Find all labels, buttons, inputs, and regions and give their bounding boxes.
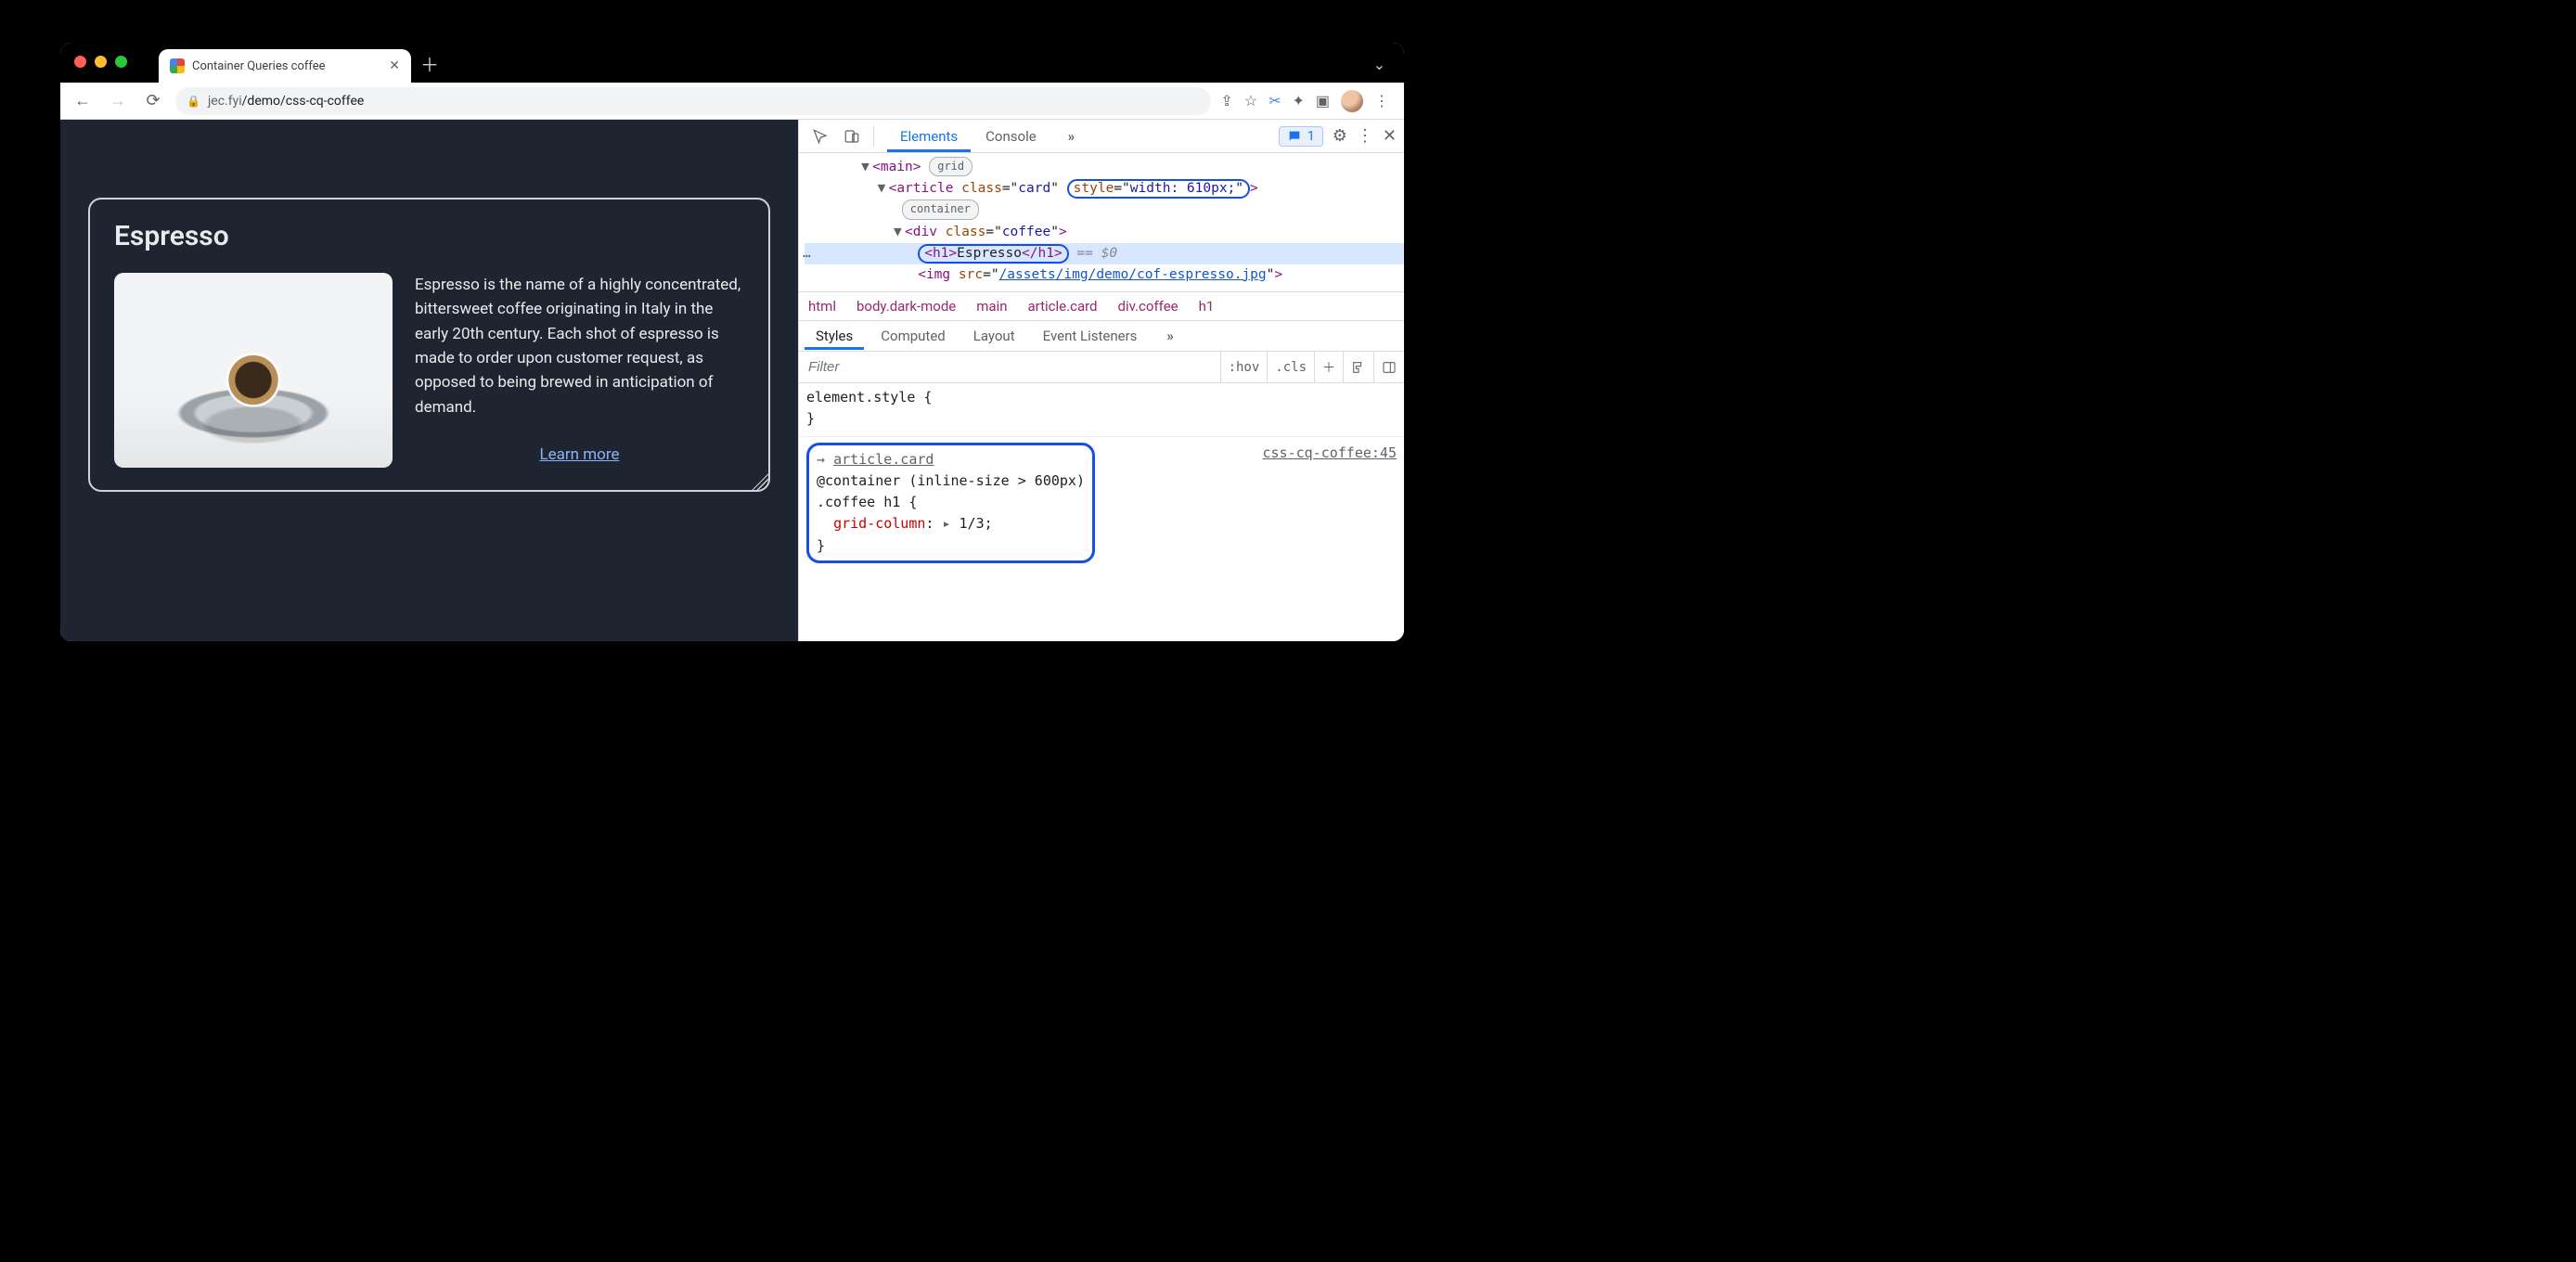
- reload-button[interactable]: ⟳: [140, 88, 166, 114]
- learn-more-link[interactable]: Learn more: [539, 445, 619, 464]
- window-menu-chevron-icon[interactable]: ⌄: [1373, 56, 1385, 73]
- styles-filter-tools: :hov .cls ＋: [1220, 352, 1404, 383]
- minimize-window-button[interactable]: [95, 56, 107, 68]
- url-text: jec.fyi/demo/css-cq-coffee: [208, 94, 364, 109]
- new-tab-button[interactable]: ＋: [420, 50, 439, 77]
- omnibox[interactable]: 🔒 jec.fyi/demo/css-cq-coffee: [175, 87, 1211, 115]
- crumb-h1[interactable]: h1: [1199, 298, 1215, 315]
- back-button[interactable]: ←: [70, 88, 96, 114]
- styles-body[interactable]: element.style { } → article.card @contai…: [799, 383, 1404, 573]
- device-toolbar-button[interactable]: [838, 122, 866, 150]
- url-host: jec.fyi: [208, 94, 242, 109]
- url-path: /demo/css-cq-coffee: [242, 94, 365, 109]
- element-style-rule[interactable]: element.style { }: [806, 387, 1397, 431]
- kebab-menu-icon[interactable]: ⋮: [1374, 92, 1389, 109]
- dom-breadcrumbs[interactable]: html body.dark-mode main article.card di…: [799, 291, 1404, 320]
- crumb-main[interactable]: main: [976, 298, 1007, 315]
- devtools-tabs: Elements Console »: [887, 121, 1088, 152]
- devtools-close-icon[interactable]: ✕: [1383, 126, 1397, 146]
- close-window-button[interactable]: [74, 56, 86, 68]
- subtab-computed[interactable]: Computed: [869, 322, 957, 350]
- browser-tab[interactable]: Container Queries coffee ✕: [159, 49, 411, 83]
- share-icon[interactable]: ⇪: [1220, 92, 1232, 109]
- inspect-element-button[interactable]: [806, 122, 834, 150]
- styles-subtabs: Styles Computed Layout Event Listeners »: [799, 320, 1404, 352]
- styles-filter-input[interactable]: [799, 359, 1220, 375]
- bookmark-icon[interactable]: ☆: [1244, 92, 1257, 109]
- crumb-html[interactable]: html: [808, 298, 836, 315]
- dom-node-div[interactable]: ▼<div class="coffee">: [805, 222, 1404, 243]
- computed-sidebar-toggle-icon[interactable]: [1373, 352, 1404, 383]
- fullscreen-window-button[interactable]: [115, 56, 127, 68]
- subtab-layout[interactable]: Layout: [962, 322, 1026, 350]
- container-badge[interactable]: container: [902, 200, 979, 219]
- reading-list-icon[interactable]: ▣: [1316, 92, 1330, 109]
- styles-filter-row: :hov .cls ＋: [799, 352, 1404, 383]
- page-content: Espresso Espresso is the name of a highl…: [60, 120, 798, 641]
- viewport: Espresso Espresso is the name of a highl…: [60, 120, 1404, 641]
- toolbar-right: ⇪ ☆ ✂ ✦ ▣ ⋮: [1220, 90, 1395, 112]
- forward-button[interactable]: →: [105, 88, 131, 114]
- tab-elements[interactable]: Elements: [887, 121, 971, 152]
- dom-node-article-badge[interactable]: container: [805, 200, 1404, 221]
- profile-avatar[interactable]: [1341, 90, 1363, 112]
- dom-node-h1-selected[interactable]: <h1>Espresso</h1> == $0: [805, 243, 1404, 264]
- tab-title: Container Queries coffee: [192, 59, 381, 73]
- dom-node-article[interactable]: ▼<article class="card" style="width: 610…: [805, 178, 1404, 200]
- devtools-toolbar: Elements Console » 1 ⚙ ⋮ ✕: [799, 120, 1404, 153]
- card-heading: Espresso: [114, 220, 744, 252]
- settings-gear-icon[interactable]: ⚙: [1333, 126, 1347, 146]
- issues-count: 1: [1307, 129, 1315, 144]
- coffee-card: Espresso Espresso is the name of a highl…: [88, 198, 770, 492]
- card-body: Espresso is the name of a highly concent…: [114, 273, 744, 468]
- cls-toggle[interactable]: .cls: [1267, 352, 1314, 383]
- resize-handle-icon[interactable]: [752, 473, 768, 490]
- stylesheet-source-link[interactable]: css-cq-coffee:45: [1263, 443, 1397, 464]
- browser-window: Container Queries coffee ✕ ＋ ⌄ ← → ⟳ 🔒 j…: [60, 43, 1404, 641]
- scissors-icon[interactable]: ✂: [1269, 92, 1281, 109]
- dom-tree[interactable]: ▼<main> grid ▼<article class="card" styl…: [799, 153, 1404, 291]
- separator: [873, 126, 874, 147]
- espresso-image: [114, 273, 393, 468]
- favicon-icon: [170, 58, 185, 73]
- dom-node-main[interactable]: ▼<main> grid: [805, 157, 1404, 178]
- hov-toggle[interactable]: :hov: [1220, 352, 1268, 383]
- window-controls: [74, 56, 127, 68]
- issues-badge[interactable]: 1: [1279, 126, 1323, 147]
- card-text: Espresso is the name of a highly concent…: [415, 273, 744, 468]
- dom-node-img[interactable]: <img src="/assets/img/demo/cof-espresso.…: [805, 264, 1404, 286]
- crumb-body[interactable]: body.dark-mode: [857, 298, 956, 315]
- address-bar: ← → ⟳ 🔒 jec.fyi/demo/css-cq-coffee ⇪ ☆ ✂…: [60, 83, 1404, 120]
- tab-strip: Container Queries coffee ✕ ＋ ⌄: [60, 43, 1404, 83]
- subtab-event-listeners[interactable]: Event Listeners: [1032, 322, 1149, 350]
- devtools-panel: Elements Console » 1 ⚙ ⋮ ✕ ▼<main> grid: [798, 120, 1404, 641]
- tabs-overflow-icon[interactable]: »: [1055, 121, 1088, 152]
- crumb-div[interactable]: div.coffee: [1118, 298, 1179, 315]
- crumb-article[interactable]: article.card: [1028, 298, 1098, 315]
- rule-separator: [799, 436, 1404, 437]
- extensions-icon[interactable]: ✦: [1292, 92, 1304, 109]
- subtabs-overflow-icon[interactable]: »: [1155, 322, 1185, 350]
- card-paragraph: Espresso is the name of a highly concent…: [415, 273, 744, 419]
- close-tab-button[interactable]: ✕: [389, 59, 400, 72]
- paint-icon[interactable]: [1343, 352, 1373, 383]
- tab-console[interactable]: Console: [972, 121, 1050, 152]
- container-query-rule[interactable]: → article.card @container (inline-size >…: [806, 443, 1397, 563]
- devtools-toolbar-right: 1 ⚙ ⋮ ✕: [1279, 126, 1397, 147]
- new-style-rule-button[interactable]: ＋: [1314, 352, 1343, 383]
- subtab-styles[interactable]: Styles: [805, 322, 864, 350]
- devtools-kebab-icon[interactable]: ⋮: [1357, 126, 1373, 146]
- grid-badge[interactable]: grid: [929, 157, 972, 176]
- lock-icon: 🔒: [187, 95, 200, 108]
